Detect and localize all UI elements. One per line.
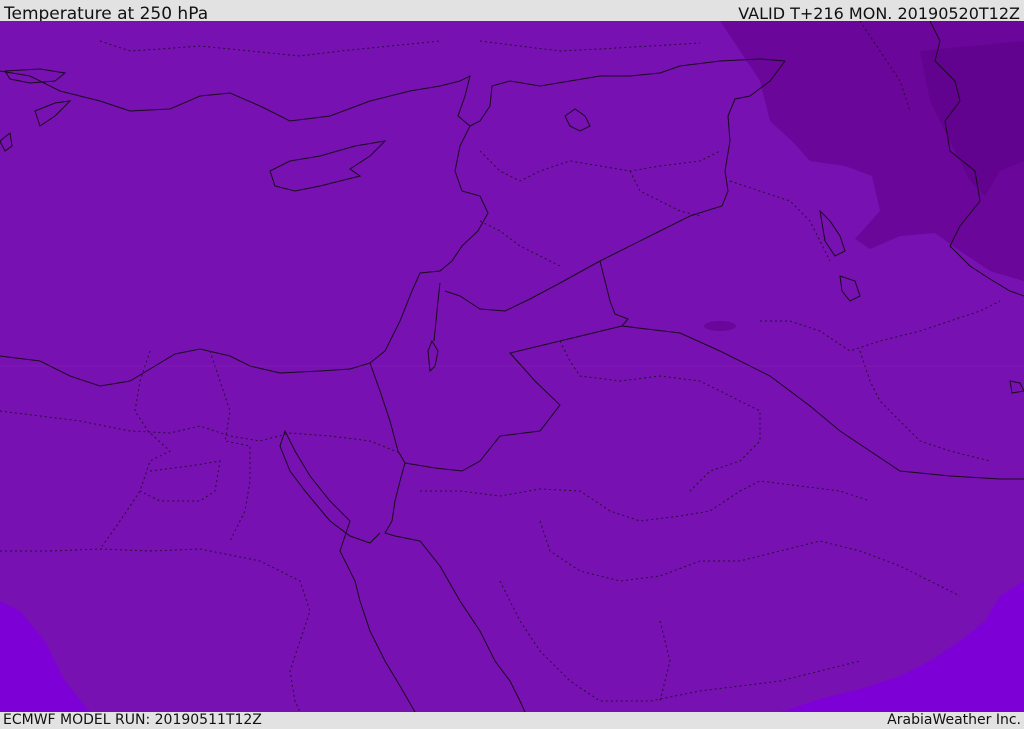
weather-map[interactable]: [0, 21, 1024, 712]
cold-spot: [704, 321, 736, 331]
credit-label: ArabiaWeather Inc.: [887, 712, 1021, 728]
model-run-label: ECMWF MODEL RUN: 20190511T12Z: [3, 712, 262, 728]
footer-bar: ECMWF MODEL RUN: 20190511T12Z ArabiaWeat…: [0, 712, 1024, 729]
header-bar: Temperature at 250 hPa VALID T+216 MON. …: [0, 0, 1024, 24]
map-canvas[interactable]: [0, 21, 1024, 712]
